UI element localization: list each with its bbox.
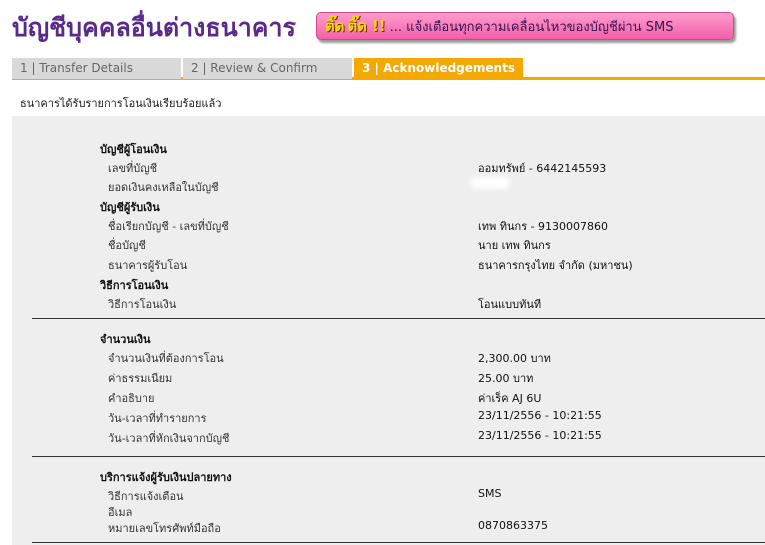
section-method: วิธีการโอนเงิน xyxy=(100,279,169,292)
balance-redacted xyxy=(470,177,510,189)
method-value: โอนแบบทันที xyxy=(478,298,542,311)
memo-value: ค่าเร็ค AJ 6U xyxy=(478,392,542,405)
page-title: บัญชีบุคคลอื่นต่างธนาคาร xyxy=(12,13,296,42)
to-name-label: ชื่อบัญชี xyxy=(108,239,146,252)
banner-message: ... แจ้งเตือนทุกความเคลื่อนไหวของบัญชีผ่… xyxy=(389,19,674,35)
fee-value: 25.00 บาท xyxy=(478,372,534,385)
tab-review-confirm[interactable]: 2 | Review & Confirm xyxy=(183,58,352,79)
banner-exclaim: !! xyxy=(371,17,386,35)
status-message: ธนาคารได้รับรายการโอนเงินเรียบร้อยแล้ว xyxy=(20,97,222,110)
to-nickname-label: ชื่อเรียกบัญชี - เลขที่บัญชี xyxy=(108,220,229,233)
from-account-no-label: เลขที่บัญชี xyxy=(108,162,158,175)
debit-time-label: วัน-เวลาที่หักเงินจากบัญชี xyxy=(108,432,230,445)
to-nickname-value: เทพ ทินกร - 9130007860 xyxy=(478,220,609,233)
divider xyxy=(32,456,765,457)
debit-time-value: 23/11/2556 - 10:21:55 xyxy=(478,429,602,442)
tab-acknowledgements[interactable]: 3 | Acknowledgements xyxy=(354,58,523,79)
txn-time-label: วัน-เวลาที่ทำรายการ xyxy=(108,412,207,425)
divider xyxy=(32,542,765,543)
amount-label: จำนวนเงินที่ต้องการโอน xyxy=(108,352,224,365)
divider xyxy=(32,318,765,319)
banner-tick-2: ติ๊ด xyxy=(347,17,367,35)
sms-alert-banner[interactable]: ติ๊ด ติ๊ด !! ... แจ้งเตือนทุกความเคลื่อน… xyxy=(316,12,734,40)
txn-time-value: 23/11/2556 - 10:21:55 xyxy=(478,409,602,422)
notify-method-value: SMS xyxy=(478,487,502,500)
from-account-no-value: ออมทรัพย์ - 6442145593 xyxy=(478,162,607,175)
memo-label: คำอธิบาย xyxy=(108,392,155,405)
to-bank-label: ธนาคารผู้รับโอน xyxy=(108,259,188,272)
section-from-account: บัญชีผู้โอนเงิน xyxy=(100,143,167,156)
tab-transfer-details[interactable]: 1 | Transfer Details xyxy=(12,58,181,79)
phone-value: 0870863375 xyxy=(478,519,548,532)
to-name-value: นาย เทพ ทินกร xyxy=(478,239,551,252)
section-amount: จำนวนเงิน xyxy=(100,333,151,346)
step-tabs: 1 | Transfer Details 2 | Review & Confir… xyxy=(12,58,765,80)
section-to-account: บัญชีผู้รับเงิน xyxy=(100,201,160,214)
to-bank-value: ธนาคารกรุงไทย จำกัด (มหาชน) xyxy=(478,259,633,272)
method-label: วิธีการโอนเงิน xyxy=(108,298,177,311)
amount-value: 2,300.00 บาท xyxy=(478,352,551,365)
phone-label: หมายเลขโทรศัพท์มือถือ xyxy=(108,522,221,535)
banner-tick-1: ติ๊ด xyxy=(325,17,345,35)
section-notify: บริการแจ้งผู้รับเงินปลายทาง xyxy=(100,471,232,484)
balance-label: ยอดเงินคงเหลือในบัญชี xyxy=(108,181,219,194)
fee-label: ค่าธรรมเนียม xyxy=(108,372,173,385)
